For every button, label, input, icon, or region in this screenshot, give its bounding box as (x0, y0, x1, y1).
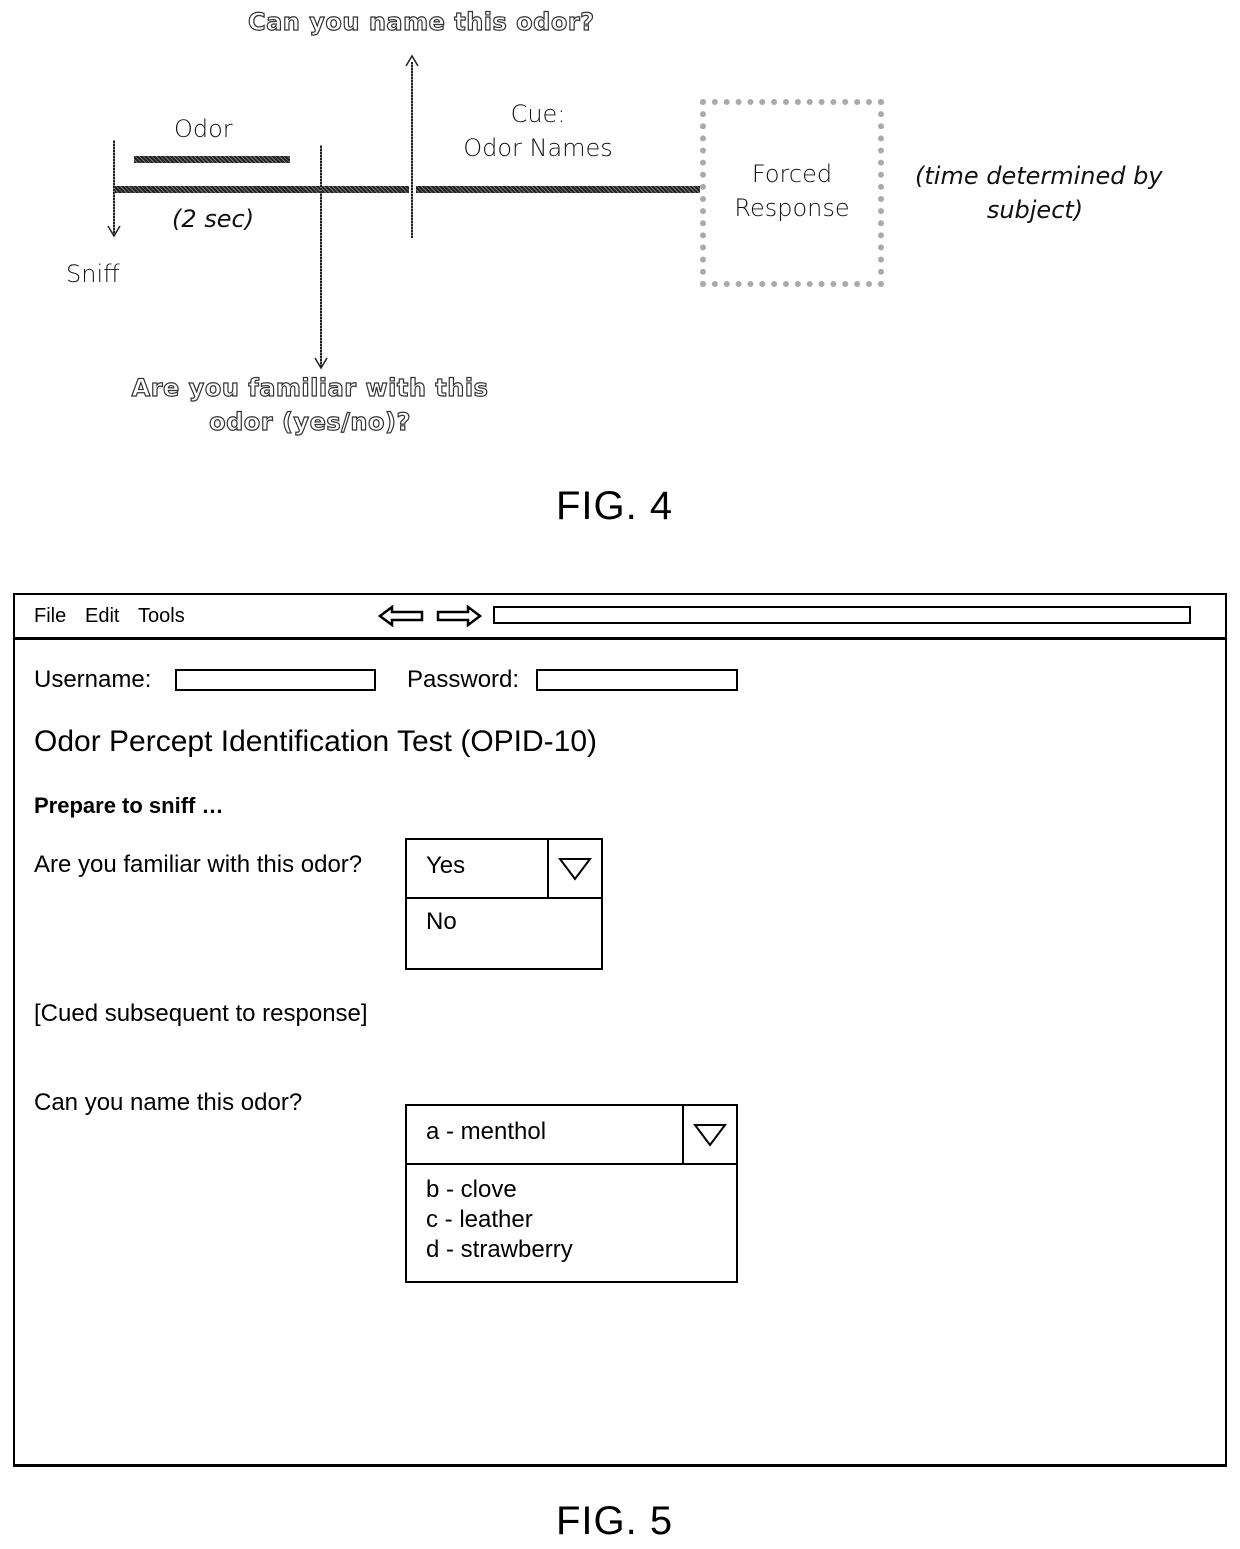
menu-tools[interactable]: Tools (138, 605, 185, 628)
familiar-dropdown-header[interactable]: Yes (407, 840, 601, 899)
familiar-dropdown[interactable]: Yes No (405, 838, 603, 970)
odor-label: Odor (174, 115, 233, 143)
left-arrow-icon[interactable] (378, 605, 426, 627)
time-note-line2: subject) (986, 196, 1084, 224)
odor-bar (134, 156, 290, 163)
duration-label: (2 sec) (172, 205, 255, 233)
cue-odor-names-label: Odor Names (463, 134, 613, 162)
menu-bar: File Edit Tools (15, 595, 1225, 640)
forced-label: Forced (751, 160, 833, 188)
timeline-bar-2 (416, 186, 700, 193)
instruction-text: Prepare to sniff … (34, 793, 224, 818)
familiar-option-no[interactable]: No (426, 908, 457, 936)
username-field[interactable] (175, 669, 376, 691)
cue-note: [Cued subsequent to response] (34, 1000, 368, 1027)
question-familiar-line1: Are you familiar with this (131, 373, 489, 402)
page-title: Odor Percept Identification Test (OPID-1… (34, 725, 598, 758)
familiar-question: Are you familiar with this odor? (34, 851, 363, 878)
dropdown-triangle-icon (558, 857, 592, 881)
name-odor-dropdown-header[interactable]: a - menthol (407, 1106, 736, 1165)
fig5-label: FIG. 5 (556, 1499, 674, 1543)
dropdown-triangle-icon (693, 1123, 727, 1147)
down-arrow-icon (314, 357, 328, 370)
up-arrow-icon (405, 54, 419, 67)
name-odor-selected-value[interactable]: a - menthol (426, 1118, 546, 1146)
down-arrow-icon (107, 225, 121, 238)
right-arrow-icon[interactable] (434, 605, 482, 627)
familiar-arrow-line (320, 145, 322, 367)
menu-file[interactable]: File (34, 605, 66, 628)
question-familiar-line2: odor (yes/no)? (209, 407, 411, 436)
name-odor-option-clove[interactable]: b - clove (426, 1176, 517, 1204)
question-name-odor: Can you name this odor? (247, 7, 595, 36)
name-odor-option-leather[interactable]: c - leather (426, 1206, 533, 1234)
password-field[interactable] (536, 669, 738, 691)
username-label: Username: (34, 666, 152, 693)
menu-edit[interactable]: Edit (85, 605, 119, 628)
password-label: Password: (407, 666, 520, 693)
cue-label: Cue: (510, 100, 566, 128)
time-note-line1: (time determined by (915, 162, 1163, 190)
timeline-bar-1 (115, 186, 409, 193)
familiar-dropdown-button[interactable] (547, 840, 601, 897)
name-odor-option-strawberry[interactable]: d - strawberry (426, 1236, 573, 1264)
response-label: Response (734, 194, 850, 222)
name-odor-dropdown[interactable]: a - menthol b - clove c - leather d - st… (405, 1104, 738, 1283)
forced-response-box (700, 99, 884, 287)
name-odor-question: Can you name this odor? (34, 1089, 303, 1116)
browser-window: File Edit Tools Username: Password: Odor… (13, 593, 1227, 1467)
name-question-arrow-line (411, 62, 413, 238)
fig4-label: FIG. 4 (556, 484, 674, 528)
familiar-selected-value[interactable]: Yes (426, 852, 465, 880)
sniff-label: Sniff (66, 260, 120, 288)
address-bar[interactable] (493, 606, 1191, 624)
name-odor-dropdown-button[interactable] (682, 1106, 736, 1163)
